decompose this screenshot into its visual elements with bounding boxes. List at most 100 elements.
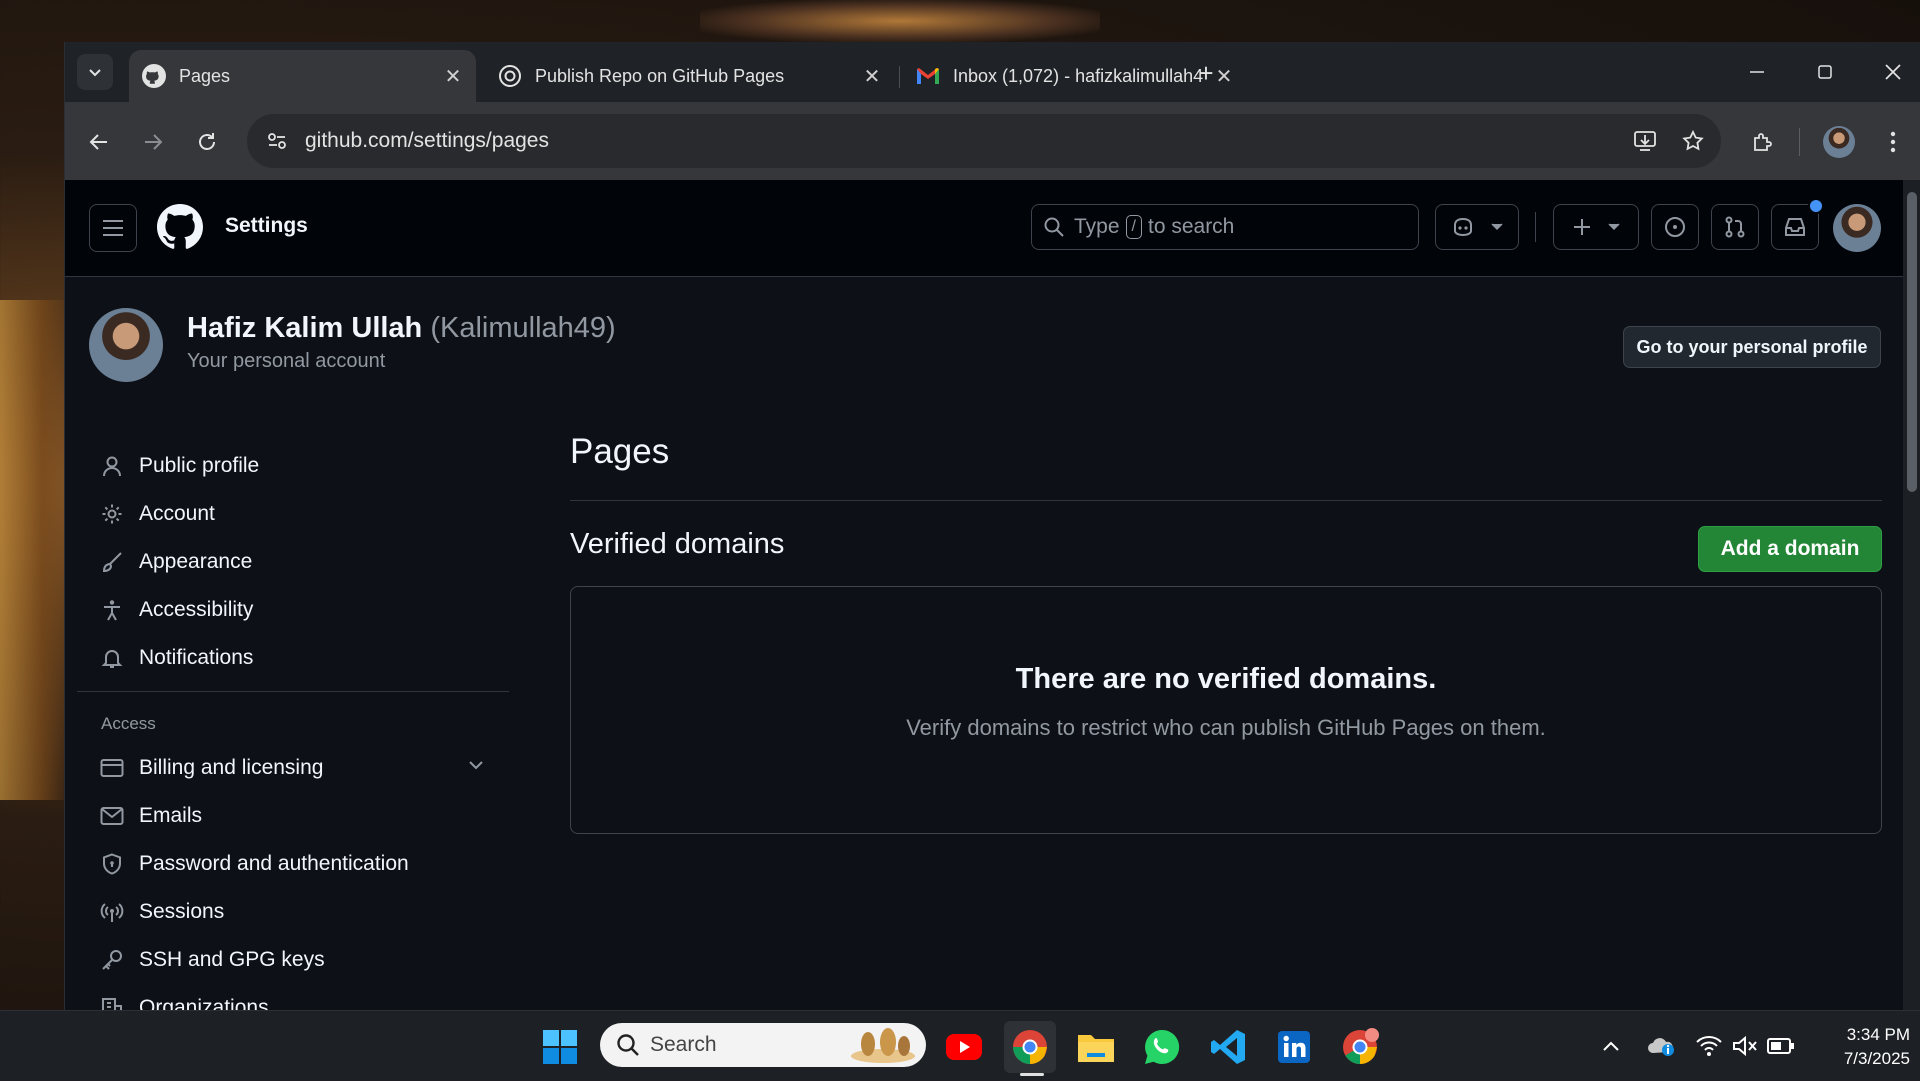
sidebar-item-label: Accessibility bbox=[139, 598, 254, 621]
user-avatar-button[interactable] bbox=[1833, 204, 1881, 252]
vscode-icon bbox=[1211, 1030, 1245, 1064]
sidebar-group-access: Access bbox=[101, 714, 156, 733]
sidebar-item-label: Emails bbox=[139, 804, 203, 827]
youtube-icon bbox=[946, 1034, 982, 1060]
mail-icon bbox=[99, 803, 125, 829]
issues-button[interactable] bbox=[1651, 204, 1699, 250]
file-explorer-app[interactable] bbox=[1070, 1021, 1122, 1073]
youtube-app[interactable] bbox=[938, 1021, 990, 1073]
sidebar-item-label: Organizations bbox=[139, 996, 269, 1010]
menu-button[interactable] bbox=[89, 204, 137, 252]
maximize-button[interactable] bbox=[1791, 42, 1859, 102]
puzzle-icon bbox=[1754, 133, 1772, 151]
search-icon bbox=[1044, 217, 1064, 237]
add-domain-button[interactable]: Add a domain bbox=[1698, 526, 1882, 572]
github-icon bbox=[141, 63, 167, 89]
forward-button[interactable] bbox=[133, 122, 173, 162]
browser-toolbar: github.com/settings/pages bbox=[65, 102, 1920, 180]
empty-state-title: There are no verified domains. bbox=[1015, 663, 1437, 695]
sidebar-item-label: Billing and licensing bbox=[139, 756, 324, 779]
display-name: Hafiz Kalim Ullah bbox=[187, 312, 423, 344]
vscode-app[interactable] bbox=[1202, 1021, 1254, 1073]
username: (Kalimullah49) bbox=[430, 312, 616, 344]
bookmark-star-icon[interactable] bbox=[1673, 121, 1713, 161]
sidebar-item-sessions[interactable]: Sessions bbox=[77, 888, 509, 936]
extensions-button[interactable] bbox=[1743, 122, 1783, 162]
gear-icon bbox=[99, 501, 125, 527]
chevron-down-icon[interactable] bbox=[467, 756, 485, 780]
linkedin-app[interactable] bbox=[1268, 1021, 1320, 1073]
sidebar-item-account[interactable]: Account bbox=[77, 490, 509, 538]
start-button[interactable] bbox=[534, 1021, 586, 1073]
whatsapp-app[interactable] bbox=[1136, 1021, 1188, 1073]
sidebar-item-label: Sessions bbox=[139, 900, 225, 923]
show-hidden-icons-button[interactable] bbox=[1594, 1029, 1628, 1063]
go-to-profile-button[interactable]: Go to your personal profile bbox=[1623, 326, 1881, 368]
clock-date: 7/3/2025 bbox=[1843, 1049, 1910, 1068]
github-page: Settings Type / to search Hafiz Kalim Ul… bbox=[65, 180, 1920, 1010]
accessibility-icon bbox=[99, 597, 125, 623]
page-scrollbar[interactable] bbox=[1903, 180, 1920, 1010]
page-title: Pages bbox=[570, 432, 670, 471]
create-new-button[interactable] bbox=[1553, 204, 1639, 250]
chrome-icon bbox=[1343, 1028, 1379, 1064]
person-icon bbox=[99, 453, 125, 479]
search-input[interactable]: Type / to search bbox=[1031, 204, 1419, 250]
sidebar-item-accessibility[interactable]: Accessibility bbox=[77, 586, 509, 634]
url-text: github.com/settings/pages bbox=[305, 129, 549, 152]
close-tab-icon[interactable]: ✕ bbox=[857, 61, 887, 91]
close-window-button[interactable] bbox=[1859, 42, 1920, 102]
chevron-down-icon bbox=[1491, 223, 1503, 231]
install-app-icon[interactable] bbox=[1625, 121, 1665, 161]
arrow-right-icon bbox=[145, 134, 163, 150]
sidebar-item-organizations[interactable]: Organizations bbox=[77, 984, 509, 1010]
sidebar-item-ssh-keys[interactable]: SSH and GPG keys bbox=[77, 936, 509, 984]
gmail-icon bbox=[915, 63, 941, 89]
search-shortcut-key: / bbox=[1125, 215, 1142, 239]
volume-muted-icon[interactable] bbox=[1728, 1029, 1762, 1063]
github-logo-icon[interactable] bbox=[157, 204, 203, 250]
taskbar-clock[interactable]: 3:34 PM 7/3/2025 bbox=[1800, 1023, 1910, 1071]
tab-pages[interactable]: Pages ✕ bbox=[129, 50, 476, 102]
wifi-icon[interactable] bbox=[1692, 1029, 1726, 1063]
address-bar[interactable]: github.com/settings/pages bbox=[247, 114, 1721, 168]
copilot-button[interactable] bbox=[1435, 204, 1519, 250]
profile-avatar-button[interactable] bbox=[1819, 122, 1859, 162]
sidebar-item-billing[interactable]: Billing and licensing bbox=[77, 744, 509, 792]
inbox-icon bbox=[1785, 218, 1805, 236]
reload-button[interactable] bbox=[187, 122, 227, 162]
paintbrush-icon bbox=[99, 549, 125, 575]
pull-requests-button[interactable] bbox=[1711, 204, 1759, 250]
chrome-menu-button[interactable] bbox=[1873, 122, 1913, 162]
sidebar-item-password[interactable]: Password and authentication bbox=[77, 840, 509, 888]
sidebar-item-public-profile[interactable]: Public profile bbox=[77, 442, 509, 490]
empty-state-description: Verify domains to restrict who can publi… bbox=[906, 715, 1546, 740]
account-subtitle: Your personal account bbox=[187, 350, 386, 372]
sidebar-item-label: Notifications bbox=[139, 646, 254, 669]
site-info-icon[interactable] bbox=[257, 121, 297, 161]
taskbar-search[interactable]: Search bbox=[600, 1023, 926, 1067]
new-tab-button[interactable]: + bbox=[1189, 56, 1223, 90]
battery-icon[interactable] bbox=[1764, 1029, 1798, 1063]
chevron-up-icon bbox=[1603, 1041, 1619, 1051]
onedrive-tray-icon[interactable] bbox=[1644, 1029, 1678, 1063]
bell-icon bbox=[99, 645, 125, 671]
close-tab-icon[interactable]: ✕ bbox=[438, 61, 468, 91]
context-title[interactable]: Settings bbox=[225, 214, 308, 238]
chrome-profile-app[interactable] bbox=[1334, 1021, 1386, 1073]
copilot-icon bbox=[1454, 217, 1472, 237]
chrome-app[interactable] bbox=[1004, 1021, 1056, 1073]
tab-search-button[interactable] bbox=[77, 54, 113, 90]
tab-publish-repo[interactable]: Publish Repo on GitHub Pages ✕ bbox=[485, 50, 895, 102]
back-button[interactable] bbox=[79, 122, 119, 162]
sidebar-item-appearance[interactable]: Appearance bbox=[77, 538, 509, 586]
organization-icon bbox=[99, 995, 125, 1010]
openai-icon bbox=[497, 63, 523, 89]
git-pull-request-icon bbox=[1725, 216, 1745, 238]
minimize-button[interactable] bbox=[1723, 42, 1791, 102]
arrow-left-icon bbox=[89, 134, 107, 150]
sidebar-item-emails[interactable]: Emails bbox=[77, 792, 509, 840]
search-suffix: to search bbox=[1147, 215, 1235, 238]
sidebar-item-notifications[interactable]: Notifications bbox=[77, 634, 509, 682]
section-title: Verified domains bbox=[570, 528, 785, 560]
